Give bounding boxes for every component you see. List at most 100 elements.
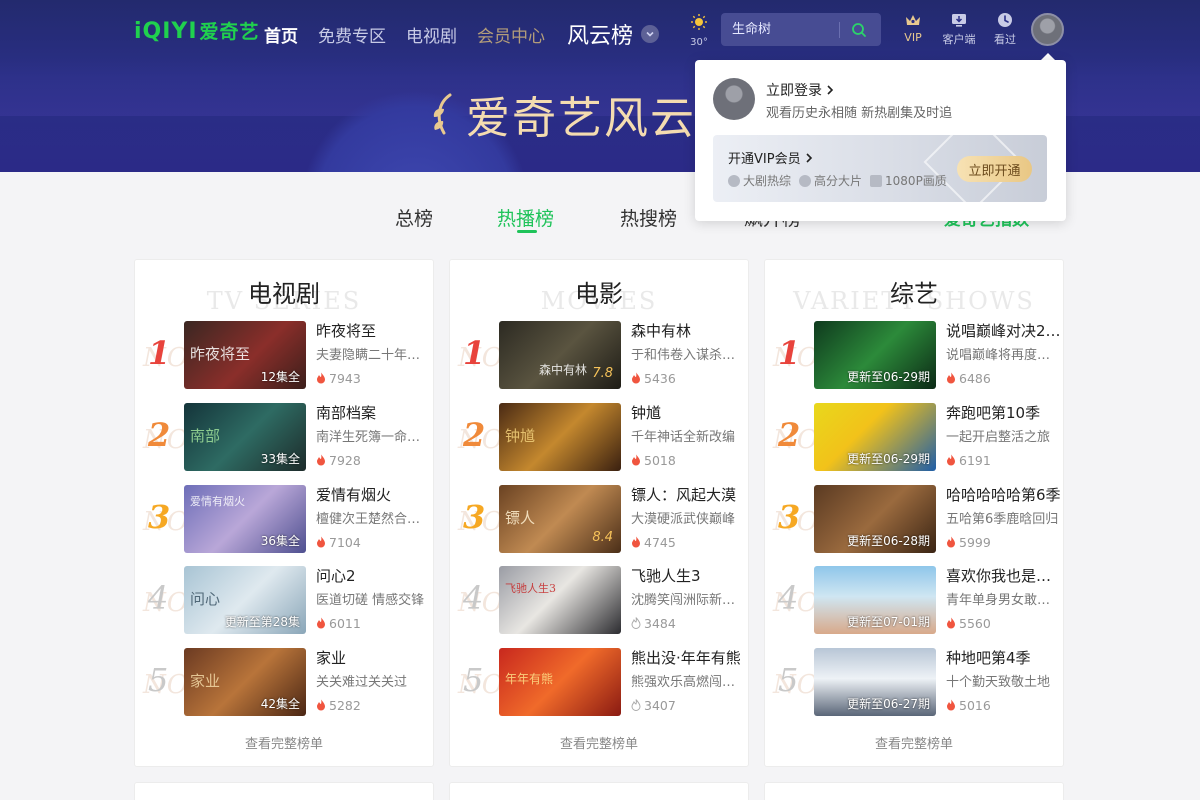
- list-item[interactable]: NO 1 森中有林 7.8 森中有林 于和伟卷入谋杀旧案 5436: [450, 321, 750, 391]
- nav-rank-dropdown[interactable]: 风云榜: [567, 18, 660, 50]
- flame-icon: [317, 536, 325, 548]
- poster-image[interactable]: 森中有林 7.8: [499, 321, 621, 389]
- flame-icon: [947, 699, 955, 711]
- item-title[interactable]: 熊出没·年年有熊: [631, 648, 746, 668]
- tab-overall[interactable]: 总榜: [395, 204, 433, 231]
- login-popup: 立即登录 观看历史永相随 新热剧集及时追 开通VIP会员 大剧热综 高分大片 1…: [695, 60, 1066, 221]
- list-item[interactable]: NO 2 更新至06-29期 奔跑吧第10季 一起开启整活之旅 6191: [765, 403, 1065, 473]
- nav-free-zone[interactable]: 免费专区: [318, 22, 386, 47]
- list-item[interactable]: NO 1 昨夜将至 12集全 昨夜将至 夫妻隐瞒二十年秘密 7943: [135, 321, 435, 391]
- history-entry[interactable]: 看过: [988, 12, 1022, 47]
- item-title[interactable]: 哈哈哈哈哈第6季: [946, 485, 1061, 505]
- item-title[interactable]: 喜欢你我也是第6季: [946, 566, 1061, 586]
- header-actions: VIP 客户端 看过: [896, 12, 1022, 47]
- list-item[interactable]: NO 3 更新至06-28期 哈哈哈哈哈第6季 五哈第6季鹿晗回归 5999: [765, 485, 1065, 555]
- laurel-icon: [433, 93, 452, 135]
- view-full-list-link[interactable]: 查看完整榜单: [135, 733, 433, 752]
- poster-image[interactable]: 爱情有烟火 36集全: [184, 485, 306, 553]
- list-item[interactable]: NO 5 家业 42集全 家业 关关难过关关过 5282: [135, 648, 435, 718]
- search-input[interactable]: [721, 22, 839, 37]
- item-title[interactable]: 镖人：风起大漠: [631, 485, 746, 505]
- list-item[interactable]: NO 1 更新至06-29期 说唱巅峰对决2025 说唱巅峰将再度开启 6486: [765, 321, 1065, 391]
- poster-image[interactable]: 昨夜将至 12集全: [184, 321, 306, 389]
- client-download[interactable]: 客户端: [942, 12, 976, 47]
- poster-image[interactable]: 南部 33集全: [184, 403, 306, 471]
- poster-image[interactable]: 问心 更新至第28集: [184, 566, 306, 634]
- item-info: 家业 关关难过关关过 5282: [316, 648, 431, 713]
- tab-hot-search[interactable]: 热搜榜: [620, 204, 677, 231]
- poster-image[interactable]: 更新至06-29期: [814, 321, 936, 389]
- item-desc: 熊强欢乐高燃闯关记: [631, 675, 746, 690]
- nav-vip-center[interactable]: 会员中心: [477, 22, 545, 47]
- poster-image[interactable]: 更新至06-29期: [814, 403, 936, 471]
- item-title[interactable]: 森中有林: [631, 321, 746, 341]
- iqiyi-logo[interactable]: iQIYI 爱奇艺: [134, 17, 260, 44]
- list-item[interactable]: NO 4 问心 更新至第28集 问心2 医道切磋 情感交锋 6011: [135, 566, 435, 636]
- search-button[interactable]: [840, 13, 878, 46]
- user-avatar[interactable]: [1031, 13, 1064, 46]
- item-desc: 一起开启整活之旅: [946, 430, 1051, 445]
- item-title[interactable]: 爱情有烟火: [316, 485, 431, 505]
- heat-number: 5436: [644, 370, 676, 386]
- nav-home[interactable]: 首页: [264, 22, 298, 47]
- view-full-list-link[interactable]: 查看完整榜单: [765, 733, 1063, 752]
- heat-value: 4745: [631, 534, 746, 550]
- list-item[interactable]: NO 5 更新至06-27期 种地吧第4季 十个勤天致敬土地 5016: [765, 648, 1065, 718]
- poster-image[interactable]: 年年有熊: [499, 648, 621, 716]
- client-label: 客户端: [942, 33, 976, 46]
- clock-icon: [998, 13, 1012, 27]
- item-title[interactable]: 家业: [316, 648, 431, 668]
- poster-image[interactable]: 更新至07-01期: [814, 566, 936, 634]
- vip-entry[interactable]: VIP: [896, 12, 930, 47]
- item-title[interactable]: 昨夜将至: [316, 321, 431, 341]
- download-icon: [952, 14, 966, 27]
- active-tab-indicator: [517, 230, 537, 233]
- list-item[interactable]: NO 3 镖人 8.4 镖人：风起大漠 大漠硬派武侠巅峰 4745: [450, 485, 750, 555]
- login-link[interactable]: 立即登录: [766, 80, 834, 100]
- vip-promo: 开通VIP会员 大剧热综 高分大片 1080P画质 立即开通: [713, 135, 1047, 202]
- tab-hot-play[interactable]: 热播榜: [497, 204, 554, 231]
- weather-widget[interactable]: 30°: [688, 13, 710, 48]
- poster-image[interactable]: 镖人 8.4: [499, 485, 621, 553]
- nav-tv-series[interactable]: 电视剧: [406, 22, 457, 47]
- heat-number: 5016: [959, 697, 991, 713]
- item-title[interactable]: 南部档案: [316, 403, 431, 423]
- item-title[interactable]: 奔跑吧第10季: [946, 403, 1061, 423]
- flame-icon: [947, 454, 955, 466]
- item-desc: 南洋生死簿一命换一命: [316, 430, 431, 445]
- poster-image[interactable]: 更新至06-28期: [814, 485, 936, 553]
- list-item[interactable]: NO 2 南部 33集全 南部档案 南洋生死簿一命换一命 7928: [135, 403, 435, 473]
- rank-number: 2: [463, 416, 486, 454]
- list-item[interactable]: NO 5 年年有熊 熊出没·年年有熊 熊强欢乐高燃闯关记 3407: [450, 648, 750, 718]
- logo-brand: iQIYI: [134, 19, 198, 44]
- item-info: 爱情有烟火 檀健次王楚然合作甜宠 7104: [316, 485, 431, 550]
- poster-image[interactable]: 更新至06-27期: [814, 648, 936, 716]
- rank-number: 1: [463, 334, 486, 372]
- flame-icon: [632, 372, 640, 384]
- poster-image[interactable]: 家业 42集全: [184, 648, 306, 716]
- poster-image[interactable]: 飞驰人生3: [499, 566, 621, 634]
- rank-number: 1: [778, 334, 801, 372]
- view-full-list-link[interactable]: 查看完整榜单: [450, 733, 748, 752]
- rank-card-variety: VARIETY SHOWS 综艺 NO 1 更新至06-29期 说唱巅峰对决20…: [764, 259, 1064, 767]
- item-title[interactable]: 说唱巅峰对决2025: [946, 321, 1061, 341]
- poster-image[interactable]: 钟馗: [499, 403, 621, 471]
- poster-text: 森中有林: [539, 363, 588, 377]
- item-desc: 医道切磋 情感交锋: [316, 593, 425, 608]
- avatar[interactable]: [713, 78, 755, 120]
- list-item[interactable]: NO 4 更新至07-01期 喜欢你我也是第6季 青年单身男女敢爱敢说 5560: [765, 566, 1065, 636]
- episode-badge: 更新至06-29期: [847, 452, 930, 466]
- list-item[interactable]: NO 3 爱情有烟火 36集全 爱情有烟火 檀健次王楚然合作甜宠 7104: [135, 485, 435, 555]
- rank-number: 5: [778, 661, 799, 699]
- item-title[interactable]: 种地吧第4季: [946, 648, 1061, 668]
- list-item[interactable]: NO 4 飞驰人生3 飞驰人生3 沈腾笑闯洲际新赛道 3484: [450, 566, 750, 636]
- vip-open-button[interactable]: 立即开通: [957, 156, 1032, 182]
- next-card-partial: [449, 782, 749, 800]
- vip-open-link[interactable]: 开通VIP会员: [728, 148, 813, 167]
- item-info: 哈哈哈哈哈第6季 五哈第6季鹿晗回归 5999: [946, 485, 1061, 550]
- heat-number: 6011: [329, 615, 361, 631]
- list-item[interactable]: NO 2 钟馗 钟馗 千年神话全新改编 5018: [450, 403, 750, 473]
- item-title[interactable]: 飞驰人生3: [631, 566, 746, 586]
- item-title[interactable]: 钟馗: [631, 403, 746, 423]
- item-title[interactable]: 问心2: [316, 566, 431, 586]
